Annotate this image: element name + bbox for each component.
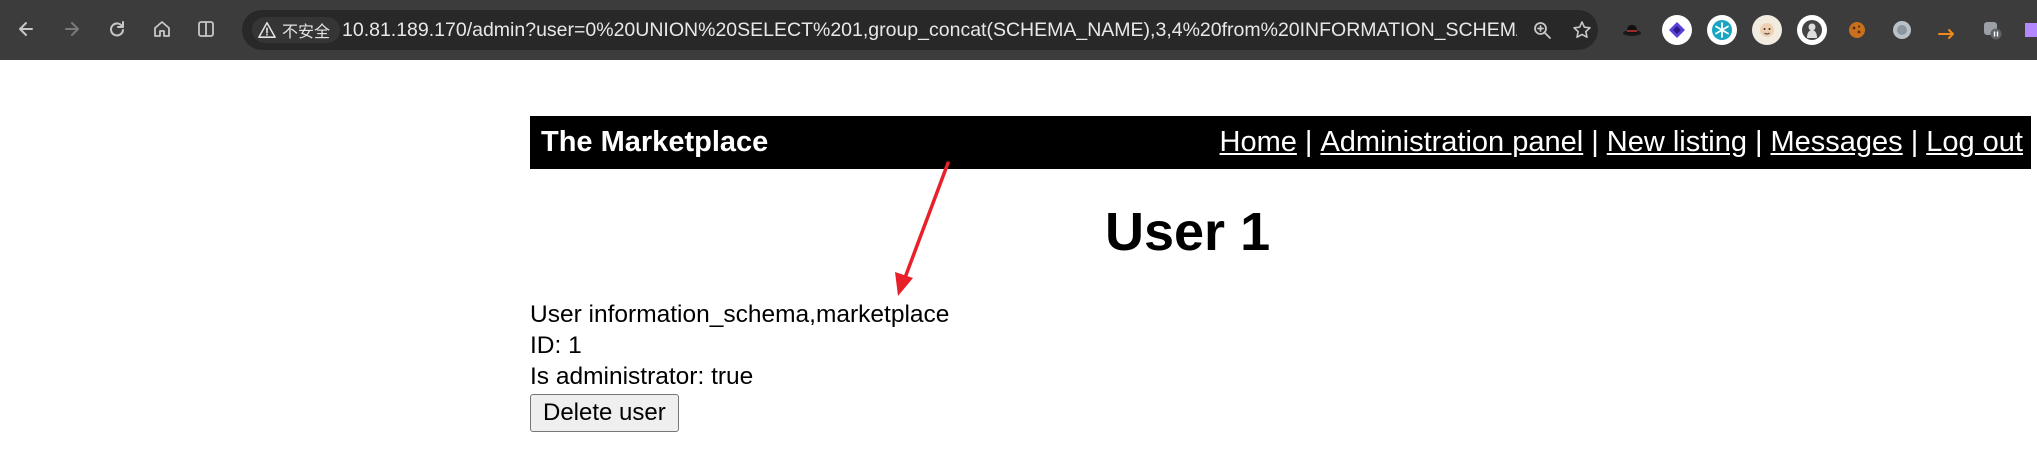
annotation-arrow-shaft (901, 161, 950, 285)
nav-messages-link[interactable]: Messages (1771, 126, 1903, 158)
globe-extension-icon[interactable] (1887, 15, 1917, 45)
reload-icon[interactable] (101, 13, 133, 45)
user-name-line: User information_schema,marketplace (530, 301, 950, 328)
nav-log-out-link[interactable]: Log out (1926, 126, 2023, 158)
site-nav: Home | Administration panel | New listing | Me… (1220, 116, 2023, 169)
snowflake-extension-icon[interactable] (1707, 15, 1737, 45)
hacker-extension-icon[interactable] (1797, 15, 1827, 45)
browser-toolbar: 不安全 10.81.189.170/admin?user=0%20UNION%2… (0, 0, 2037, 60)
cookie-extension-icon[interactable] (1842, 15, 1872, 45)
page-title: User 1 (1105, 202, 1271, 262)
forward-icon[interactable] (56, 13, 88, 45)
face-extension-icon[interactable] (1752, 15, 1782, 45)
nav-admin-panel-link[interactable]: Administration panel (1320, 126, 1583, 158)
site-title: The Marketplace (541, 126, 769, 158)
nav-separator: | (1910, 126, 1919, 158)
nav-home-link[interactable]: Home (1220, 126, 1297, 158)
security-indicator[interactable]: 不安全 (252, 17, 341, 43)
nav-new-listing-link[interactable]: New listing (1607, 126, 1747, 158)
url-text[interactable]: 10.81.189.170/admin?user=0%20UNION%20SEL… (342, 10, 1517, 50)
site-header: The Marketplace Home | Administration pane… (530, 116, 2031, 169)
zoom-icon[interactable] (1530, 18, 1554, 42)
split-view-icon[interactable] (190, 13, 222, 45)
user-admin-line: Is administrator: true (530, 363, 754, 390)
nav-separator: | (1754, 126, 1763, 158)
user-id-line: ID: 1 (530, 332, 582, 359)
security-label: 不安全 (282, 22, 331, 41)
annotation-arrow (895, 161, 950, 296)
arrow-extension-icon[interactable] (1932, 15, 1962, 45)
extension-cutoff-icon[interactable] (2017, 15, 2037, 45)
hat-extension-icon[interactable] (1617, 15, 1647, 45)
puzzle-pause-extension-icon[interactable] (1977, 15, 2007, 45)
home-icon[interactable] (146, 13, 178, 45)
annotation-arrow-head (895, 272, 913, 296)
nav-separator: | (1304, 126, 1313, 158)
delete-user-button[interactable]: Delete user (530, 394, 679, 432)
nav-separator: | (1591, 126, 1599, 158)
warning-icon (258, 22, 276, 38)
bookmark-star-icon[interactable] (1570, 18, 1594, 42)
layers-extension-icon[interactable] (1662, 15, 1692, 45)
address-bar[interactable]: 不安全 10.81.189.170/admin?user=0%20UNION%2… (242, 10, 1598, 50)
back-icon[interactable] (10, 13, 42, 45)
